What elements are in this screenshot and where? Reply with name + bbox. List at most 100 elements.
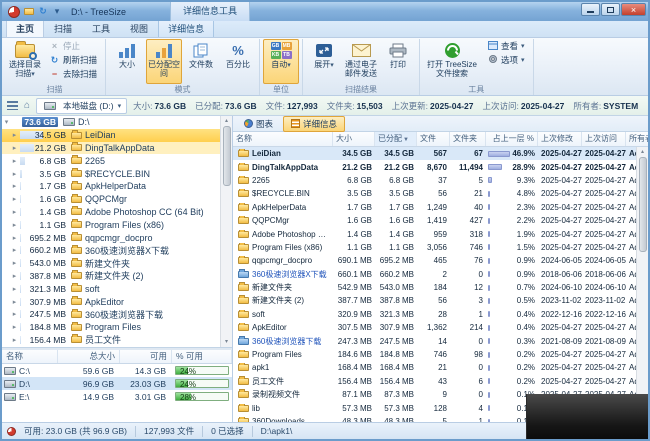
table-row[interactable]: $RECYCLE.BIN3.5 GB3.5 GB56214.8%2025-04-… <box>233 187 636 200</box>
table-row[interactable]: ApkHelperData1.7 GB1.7 GB1,249402.3%2025… <box>233 201 636 214</box>
tree-row[interactable]: ▸21.2 GBDingTalkAppData <box>2 142 220 155</box>
menu-icon[interactable] <box>7 101 18 110</box>
tree-row[interactable]: ▸1.1 GBProgram Files (x86) <box>2 218 220 231</box>
expander-icon[interactable]: ▸ <box>10 208 19 216</box>
scroll-up-icon[interactable]: ▴ <box>641 147 644 157</box>
drive-row[interactable]: E:\14.9 GB3.01 GB28% <box>2 390 232 403</box>
drive-row[interactable]: C:\59.6 GB14.3 GB24% <box>2 364 232 377</box>
tree-row[interactable]: ▸387.8 MB新建文件夹 (2) <box>2 270 220 283</box>
table-row[interactable]: 新建文件夹542.9 MB543.0 MB184120.7%2024-06-10… <box>233 281 636 294</box>
table-row[interactable]: 新建文件夹 (2)387.7 MB387.8 MB5630.5%2023-11-… <box>233 294 636 307</box>
column-header-5[interactable]: 文件夹 <box>450 132 486 146</box>
qat-dropdown-icon[interactable]: ▾ <box>51 6 63 18</box>
column-header-1[interactable]: 名称 <box>233 132 333 146</box>
expander-icon[interactable]: ▾ <box>2 118 11 126</box>
qat-refresh-icon[interactable]: ↻ <box>37 6 49 18</box>
tree-row[interactable]: ▸695.2 MBqqpcmgr_docpro <box>2 231 220 244</box>
qat-scan-icon[interactable] <box>23 6 35 18</box>
expander-icon[interactable]: ▸ <box>10 221 19 229</box>
table-row[interactable]: Program Files184.6 MB184.8 MB746980.2%20… <box>233 348 636 361</box>
refresh-scan-button[interactable]: ↻ 刷新扫描 <box>44 53 102 67</box>
tab-扫描[interactable]: 扫描 <box>44 19 82 37</box>
expander-icon[interactable]: ▸ <box>10 272 19 280</box>
drive-row[interactable]: D:\96.9 GB23.03 GB24% <box>2 377 232 390</box>
table-row[interactable]: 员工文件156.4 MB156.4 MB4360.2%2025-04-27202… <box>233 375 636 388</box>
select-directory-button[interactable]: 选择目录扫描▾ <box>7 39 43 84</box>
table-row[interactable]: ApkEditor307.5 MB307.9 MB1,3622140.4%202… <box>233 321 636 334</box>
tab-视图[interactable]: 视图 <box>120 19 158 37</box>
print-button[interactable]: 打印 <box>380 39 416 84</box>
drives-header-cell[interactable]: 总大小 <box>58 350 120 363</box>
column-header-3[interactable]: 已分配▼ <box>375 132 417 146</box>
tree-row-root[interactable]: ▾73.6 GBD:\ <box>2 116 220 129</box>
tree-scrollbar[interactable]: ▴ ▾ <box>220 116 232 347</box>
table-row[interactable]: 360极速浏览器下载247.3 MB247.5 MB1400.3%2021-08… <box>233 334 636 347</box>
column-header-9[interactable]: 所有者 <box>626 132 648 146</box>
tree-row[interactable]: ▸1.6 GBQQPCMgr <box>2 193 220 206</box>
expander-icon[interactable]: ▸ <box>10 144 19 152</box>
detail-scrollbar[interactable]: ▴ ▾ <box>636 147 648 422</box>
table-row[interactable]: DingTalkAppData21.2 GB21.2 GB8,67011,494… <box>233 160 636 173</box>
drives-header-cell[interactable]: % 可用 <box>172 350 232 363</box>
table-row[interactable]: LeiDian34.5 GB34.5 GB5676746.9%2025-04-2… <box>233 147 636 160</box>
expander-icon[interactable]: ▸ <box>10 298 19 306</box>
tree-row[interactable]: ▸321.3 MBsoft <box>2 282 220 295</box>
unit-auto-button[interactable]: GB MB KB TB 自动▾ <box>263 39 299 84</box>
tree-row[interactable]: ▸3.5 GB$RECYCLE.BIN <box>2 167 220 180</box>
detail-tab-详细信息[interactable]: 详细信息 <box>283 116 345 132</box>
table-row[interactable]: QQPCMgr1.6 GB1.6 GB1,4194272.2%2025-04-2… <box>233 214 636 227</box>
scroll-down-icon[interactable]: ▾ <box>225 337 228 347</box>
expander-icon[interactable]: ▸ <box>10 285 19 293</box>
mode-filecount-button[interactable]: 文件数 <box>183 39 219 84</box>
maximize-button[interactable] <box>601 3 620 16</box>
expander-icon[interactable]: ▸ <box>10 310 19 318</box>
tab-详细信息[interactable]: 详细信息 <box>158 19 214 37</box>
mode-percent-button[interactable]: % 百分比 <box>220 39 256 84</box>
minimize-button[interactable] <box>581 3 600 16</box>
table-row[interactable]: Program Files (x86)1.1 GB1.1 GB3,0567461… <box>233 241 636 254</box>
home-icon[interactable]: ⌂ <box>24 100 30 111</box>
tree-row[interactable]: ▸1.7 GBApkHelperData <box>2 180 220 193</box>
expand-button[interactable]: 展开▾ <box>306 39 342 84</box>
expander-icon[interactable]: ▸ <box>10 246 19 254</box>
table-row[interactable]: qqpcmgr_docpro690.1 MB695.2 MB465760.9%2… <box>233 254 636 267</box>
treesize-file-search-button[interactable]: 打开 TreeSize 文件搜索 <box>423 39 481 84</box>
tree-row[interactable]: ▸247.5 MB360极速浏览器下载 <box>2 308 220 321</box>
column-header-8[interactable]: 上次访问 <box>582 132 626 146</box>
view-button[interactable]: 查看 ▾ <box>482 39 530 53</box>
drives-header-cell[interactable]: 可用 <box>120 350 172 363</box>
expander-icon[interactable]: ▸ <box>10 323 19 331</box>
scroll-up-icon[interactable]: ▴ <box>225 116 228 126</box>
tree-row[interactable]: ▸6.8 GB2265 <box>2 154 220 167</box>
expander-icon[interactable]: ▸ <box>10 182 19 190</box>
send-email-button[interactable]: 通过电子邮件发送 <box>343 39 379 84</box>
table-row[interactable]: apk1168.4 MB168.4 MB2100.2%2025-04-27202… <box>233 361 636 374</box>
close-button[interactable]: × <box>621 3 646 16</box>
drives-header-cell[interactable]: 名称 <box>2 350 58 363</box>
column-header-2[interactable]: 大小 <box>333 132 375 146</box>
table-row[interactable]: soft320.9 MB321.3 MB2810.4%2022-12-16202… <box>233 308 636 321</box>
table-row[interactable]: 360极速浏览器X下载660.1 MB660.2 MB200.9%2018-06… <box>233 268 636 281</box>
column-header-7[interactable]: 上次修改 <box>538 132 582 146</box>
tree-scrollbar-thumb[interactable] <box>223 126 231 186</box>
column-header-6[interactable]: 占上一层 % <box>486 132 538 146</box>
column-header-4[interactable]: 文件 <box>417 132 450 146</box>
mode-size-button[interactable]: 大小 <box>109 39 145 84</box>
expander-icon[interactable]: ▸ <box>10 234 19 242</box>
remove-scan-button[interactable]: − 去除扫描 <box>44 67 102 81</box>
tab-主页[interactable]: 主页 <box>6 19 44 37</box>
breadcrumb[interactable]: 本地磁盘 (D:) ▾ <box>36 98 127 114</box>
tree-row[interactable]: ▸184.8 MBProgram Files <box>2 321 220 334</box>
tree-row[interactable]: ▸543.0 MB新建文件夹 <box>2 257 220 270</box>
table-row[interactable]: Adobe Photoshop CC (64 Bit)1.4 GB1.4 GB9… <box>233 227 636 240</box>
stop-button[interactable]: × 停止 <box>44 39 102 53</box>
tree-row[interactable]: ▸660.2 MB360极速浏览器X下载 <box>2 244 220 257</box>
tree-row[interactable]: ▸156.4 MB员工文件 <box>2 334 220 347</box>
expander-icon[interactable]: ▸ <box>10 336 19 344</box>
expander-icon[interactable]: ▸ <box>10 170 19 178</box>
expander-icon[interactable]: ▸ <box>10 259 19 267</box>
options-button[interactable]: 选项 ▾ <box>482 53 530 67</box>
tree-row[interactable]: ▸307.9 MBApkEditor <box>2 295 220 308</box>
detail-tab-图表[interactable]: 图表 <box>236 116 281 132</box>
tab-工具[interactable]: 工具 <box>82 19 120 37</box>
